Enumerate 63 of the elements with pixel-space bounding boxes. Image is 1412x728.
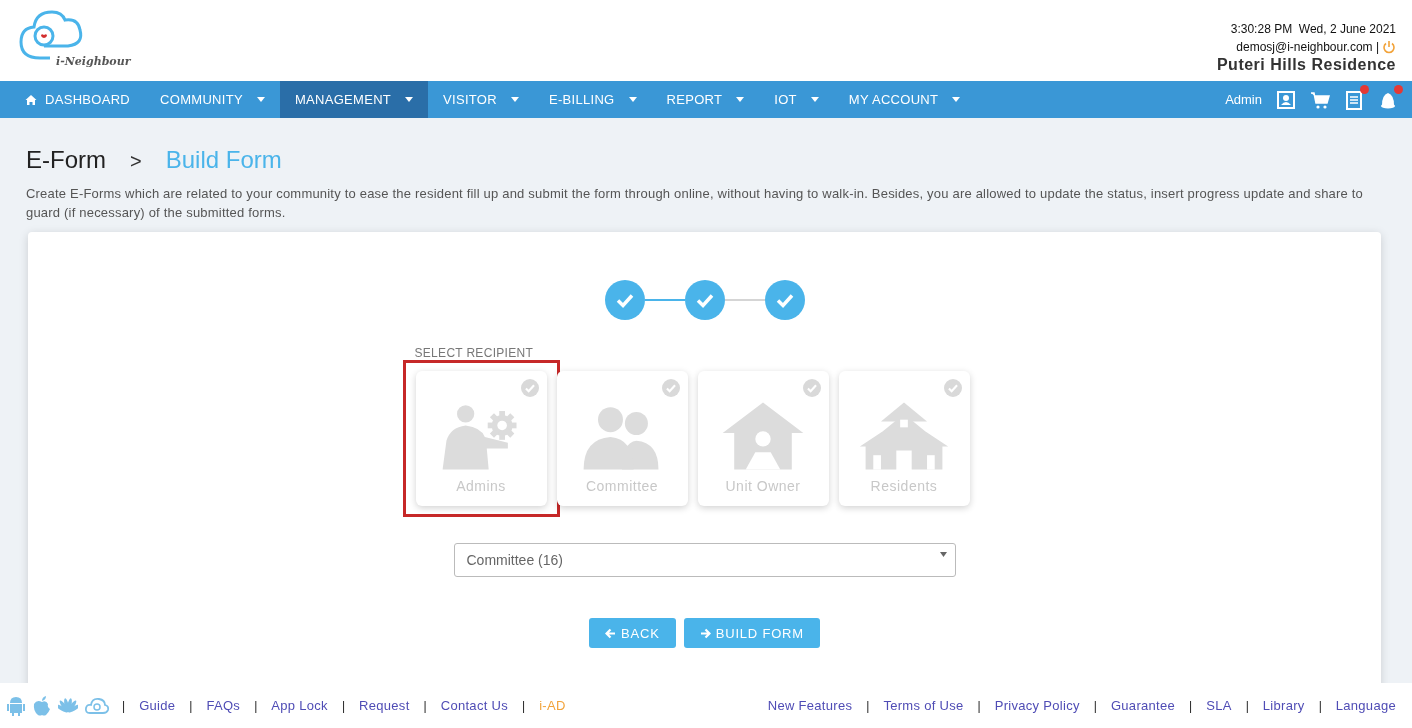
- separator: |: [122, 698, 126, 713]
- separator: |: [423, 698, 427, 713]
- nav-tab[interactable]: COMMUNITY: [145, 81, 280, 118]
- separator: |: [866, 698, 870, 713]
- separator: |: [522, 698, 526, 713]
- apple-icon[interactable]: [32, 694, 52, 717]
- nav-tab[interactable]: IOT: [759, 81, 834, 118]
- separator: |: [1189, 698, 1193, 713]
- nav-tab[interactable]: MY ACCOUNT: [833, 81, 976, 118]
- nav-tab[interactable]: E-BILLING: [533, 81, 652, 118]
- separator: |: [977, 698, 981, 713]
- caret-icon: [510, 97, 519, 102]
- power-icon[interactable]: [1382, 40, 1396, 54]
- breadcrumb-separator: >: [130, 150, 142, 173]
- footer-link[interactable]: Language: [1335, 698, 1396, 713]
- check-icon: [802, 379, 821, 397]
- caret-icon: [628, 97, 637, 102]
- separator: |: [1093, 698, 1097, 713]
- footer-link[interactable]: Guide: [139, 698, 176, 713]
- arrow-left-icon: [605, 627, 617, 639]
- nav-tab[interactable]: MANAGEMENT: [279, 81, 429, 118]
- caret-icon: [736, 97, 745, 102]
- check-icon: [520, 379, 539, 397]
- separator: |: [189, 698, 193, 713]
- page-title: Build Form: [165, 146, 282, 174]
- cart-icon[interactable]: [1310, 89, 1330, 110]
- footer-link[interactable]: SLA: [1206, 698, 1232, 713]
- separator: |: [1318, 698, 1322, 713]
- footer-link[interactable]: Guarantee: [1110, 698, 1176, 713]
- contact-card-icon[interactable]: [1276, 89, 1296, 110]
- user-email: demosj@i-neighbour.com |: [1236, 40, 1379, 54]
- separator: |: [254, 698, 258, 713]
- home-icon: [25, 93, 37, 106]
- check-icon: [661, 379, 680, 397]
- separator: |: [341, 698, 346, 713]
- caret-icon: [952, 97, 961, 102]
- nav-tab[interactable]: DASHBOARD: [10, 81, 146, 118]
- breadcrumb-link[interactable]: E-Form: [26, 146, 106, 174]
- caret-icon: [256, 97, 265, 102]
- footer-link[interactable]: App Lock: [271, 698, 328, 713]
- recipient-dropdown[interactable]: Committee (16): [453, 543, 956, 577]
- residence-name: Puteri Hills Residence: [1216, 56, 1396, 74]
- footer-link[interactable]: Contact Us: [440, 698, 508, 713]
- section-label: SELECT RECIPIENT: [414, 346, 535, 360]
- caret-icon: [939, 551, 947, 557]
- footer-link[interactable]: Terms of Use: [883, 698, 964, 713]
- check-icon: [943, 379, 962, 397]
- separator: |: [1245, 698, 1249, 713]
- date-time: 3:30:28 PM Wed, 2 June 2021: [1230, 22, 1396, 36]
- footer-link[interactable]: New Features: [767, 698, 853, 713]
- caret-icon: [405, 97, 414, 102]
- page-description: Create E-Forms which are related to your community to ease the resident fill up and submit the form through online, without having to walk-in. Besides, you are allowed to update the status, insert progress update and share to guard (if necessary) of the submitted forms.: [26, 185, 1365, 222]
- android-icon[interactable]: [6, 694, 26, 717]
- footer-link[interactable]: FAQs: [206, 698, 241, 713]
- footer-link[interactable]: Library: [1262, 698, 1305, 713]
- caret-icon: [810, 97, 819, 102]
- footer-link[interactable]: Request: [359, 698, 410, 713]
- notes-icon[interactable]: [1344, 89, 1364, 110]
- footer-link[interactable]: Privacy Policy: [994, 698, 1080, 713]
- nav-tab[interactable]: REPORT: [651, 81, 760, 118]
- user-role: Admin: [1225, 92, 1262, 107]
- nav-tab[interactable]: VISITOR: [428, 81, 534, 118]
- arrow-right-icon: [699, 627, 711, 639]
